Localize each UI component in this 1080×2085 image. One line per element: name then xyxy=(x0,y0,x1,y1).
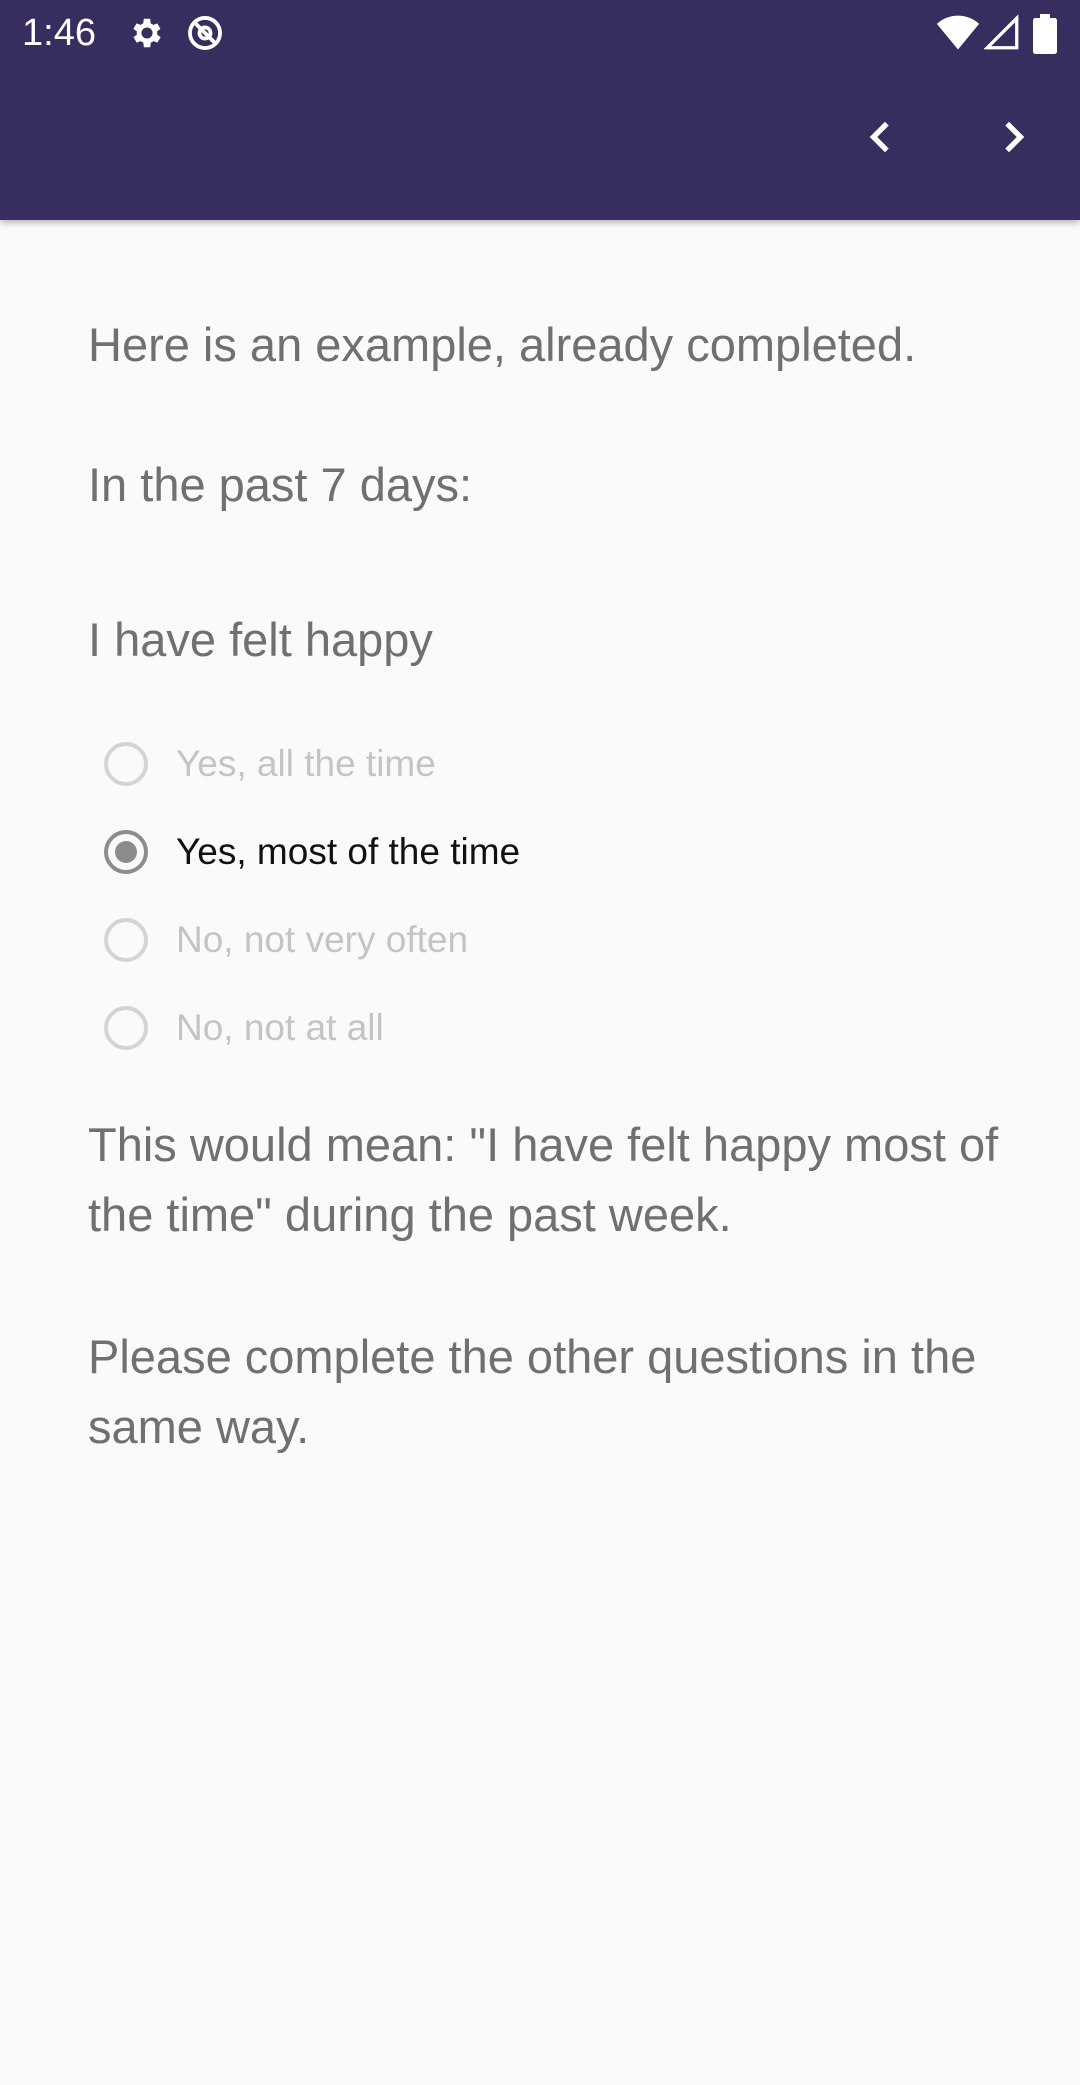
chevron-left-icon xyxy=(861,117,901,162)
chevron-right-icon xyxy=(993,117,1033,162)
radio-button[interactable] xyxy=(104,918,148,962)
option-yes-all-the-time[interactable]: Yes, all the time xyxy=(104,720,1004,808)
wifi-icon xyxy=(936,14,980,52)
option-label: No, not very often xyxy=(176,919,469,960)
option-no-not-at-all[interactable]: No, not at all xyxy=(104,984,1004,1072)
question-text: I have felt happy xyxy=(88,613,433,666)
cell-signal-icon xyxy=(983,14,1022,52)
radio-button-checked[interactable] xyxy=(104,830,148,874)
radio-button[interactable] xyxy=(104,1006,148,1050)
explanation-text: This would mean: "I have felt happy most… xyxy=(88,1118,999,1241)
option-label: Yes, most of the time xyxy=(176,831,521,872)
status-time: 1:46 xyxy=(22,12,96,54)
at-sign-icon xyxy=(186,14,224,52)
previous-button[interactable] xyxy=(833,91,929,187)
gear-icon xyxy=(128,14,166,52)
option-yes-most-of-the-time[interactable]: Yes, most of the time xyxy=(104,808,1004,896)
status-bar: 1:46 xyxy=(0,0,1080,66)
battery-icon xyxy=(1032,14,1058,54)
radio-button[interactable] xyxy=(104,742,148,786)
option-label: Yes, all the time xyxy=(176,743,436,784)
instruction-text: Please complete the other questions in t… xyxy=(88,1330,977,1453)
intro-text: Here is an example, already completed. xyxy=(88,318,917,371)
option-no-not-very-often[interactable]: No, not very often xyxy=(104,896,1004,984)
option-label: No, not at all xyxy=(176,1007,384,1048)
answer-options: Yes, all the time Yes, most of the time … xyxy=(104,720,1004,1072)
next-button[interactable] xyxy=(965,91,1061,187)
period-text: In the past 7 days: xyxy=(88,458,473,511)
app-toolbar xyxy=(0,66,1080,220)
